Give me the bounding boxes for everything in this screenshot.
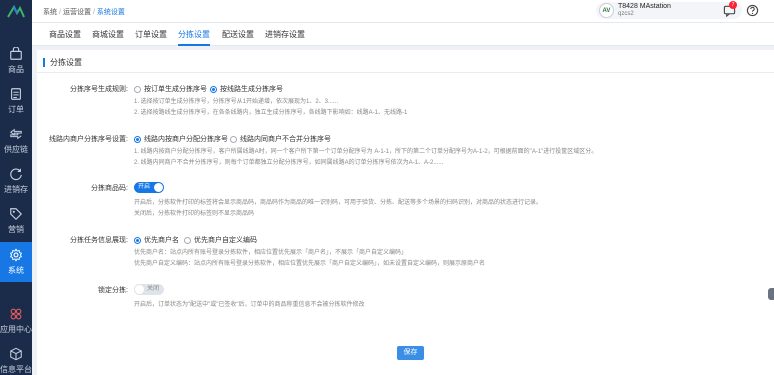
help-text: 开启后，订单状态为"配送中"或"已签收"后，订单中的商品称重信息不会被分拣软件修… <box>134 302 365 308</box>
inventory-icon <box>10 168 22 181</box>
sidebar-item-label: 系统 <box>8 266 24 275</box>
notification-badge: 7 <box>729 1 737 9</box>
lock-sort-label: 锁定分拣: <box>98 287 128 294</box>
sidebar-item-label: 进销存 <box>4 185 28 194</box>
user-name: T8428 MAstation <box>618 3 671 10</box>
apps-icon <box>10 308 22 320</box>
tab-sorting-settings[interactable]: 分拣设置 <box>178 23 210 46</box>
sidebar-item-label: 信息平台 <box>0 365 32 374</box>
breadcrumb-item[interactable]: 系统 <box>43 9 57 16</box>
help-text: 2. 线路内同商户不合并分拣序号，则每个订单都独立分配分拣序号，如同属线路A的订… <box>134 160 444 166</box>
sidebar-item-app-center[interactable]: 应用中心 <box>0 301 32 341</box>
radio-label: 线路内按商户分配分拣序号 <box>144 136 228 143</box>
breadcrumb-current: 系统设置 <box>96 9 125 16</box>
breadcrumb: 系统 / 运营设置 / 系统设置 <box>43 9 125 16</box>
sidebar-item-supply-chain[interactable]: 供应链 <box>0 121 32 161</box>
sort-code-toggle[interactable]: 开启 <box>134 182 164 193</box>
radio-circle-selected[interactable] <box>210 85 217 93</box>
radio-circle[interactable] <box>230 135 237 143</box>
radio-merchant-assign[interactable]: 线路内按商户分配分拣序号 <box>134 134 228 144</box>
tab-delivery-settings[interactable]: 配送设置 <box>222 23 254 46</box>
sidebar-item-marketing[interactable]: 营销 <box>0 201 32 241</box>
help-text: 优先商户名：站点内所有账号登录分拣软件，相应位置优先展示「商户名」，不展示「商户… <box>134 250 408 256</box>
radio-label: 按订单生成分拣序号 <box>144 86 207 93</box>
user-menu[interactable]: AV T8428 MAstation qzcs2 <box>596 2 742 19</box>
radio-circle-selected[interactable] <box>134 135 141 143</box>
help-icon[interactable] <box>746 4 759 17</box>
tag-icon <box>10 208 23 221</box>
radio-circle-selected[interactable] <box>134 236 141 244</box>
top-header: 系统 / 运营设置 / 系统设置 AV T8428 MAstation qzcs2 7 <box>32 0 774 23</box>
settings-tabs: 商品设置 商城设置 订单设置 分拣设置 配送设置 进销存设置 <box>32 23 774 46</box>
route-merchant-label: 线路内商户分拣序号设置: <box>49 136 128 143</box>
help-text: 1. 选择按订单生成分拣序号，分拣序号从1开始递增，依次展现为1、2、3....… <box>134 99 339 105</box>
avatar: AV <box>599 3 614 18</box>
radio-merchant-no-merge[interactable]: 线路内同商户不合并分拣序号 <box>230 134 331 144</box>
help-text: 优先商户自定义编码：站点内所有账号登录分拣软件，相应位置优先展示「商户自定义编码… <box>134 261 486 267</box>
toggle-text: 开启 <box>138 184 151 190</box>
radio-by-route[interactable]: 按线路生成分拣序号 <box>210 84 283 94</box>
settings-panel: 分拣设置 分拣序号生成规则: 按订单生成分拣序号 按线路生成分拣序号 1. 选择… <box>37 50 774 375</box>
help-text: 开启后，分拣软件打印的标签将会显示商品码，商品码作为商品的唯一识别码，可用于验货… <box>134 200 543 206</box>
sidebar-item-goods[interactable]: 商品 <box>0 41 32 81</box>
sidebar-item-orders[interactable]: 订单 <box>0 81 32 121</box>
breadcrumb-item[interactable]: 运营设置 <box>63 9 91 16</box>
radio-circle[interactable] <box>134 85 141 93</box>
cube-icon <box>10 347 22 361</box>
logo-icon <box>7 5 25 18</box>
order-icon <box>11 88 21 100</box>
section-title: 分拣设置 <box>43 58 82 67</box>
sidebar-item-inventory[interactable]: 进销存 <box>0 161 32 201</box>
radio-label: 线路内同商户不合并分拣序号 <box>240 136 331 143</box>
lock-sort-toggle[interactable]: 关闭 <box>134 284 164 295</box>
help-text: 1. 线路内按商户分配分拣序号，客户所属线路A时，同一个客户所下第一个订单分配序… <box>134 149 598 155</box>
radio-label: 优先商户名 <box>144 237 179 244</box>
toggle-text: 关闭 <box>147 286 160 292</box>
radio-merchant-name[interactable]: 优先商户名 <box>134 235 179 245</box>
help-text: 关闭后，分拣软件打印的标签则不显示商品码 <box>134 211 255 217</box>
sidebar: 商品 订单 供应链 进销存 营销 系统 应用中心 信息平台 <box>0 0 32 375</box>
radio-label: 优先商户自定义编码 <box>194 237 257 244</box>
divider <box>37 72 774 73</box>
tab-goods-settings[interactable]: 商品设置 <box>49 23 81 46</box>
sort-number-label: 分拣序号生成规则: <box>70 86 128 93</box>
radio-merchant-code[interactable]: 优先商户自定义编码 <box>184 235 257 245</box>
radio-by-order[interactable]: 按订单生成分拣序号 <box>134 84 207 94</box>
sidebar-item-system[interactable]: 系统 <box>0 242 32 282</box>
help-text: 2. 选择按路线生成分拣序号，在各条线路内，独立生成分拣序号，各线路下影响如：线… <box>134 110 408 116</box>
bag-icon <box>10 47 22 60</box>
radio-circle[interactable] <box>184 236 191 244</box>
gear-icon <box>9 248 23 262</box>
sidebar-item-label: 商品 <box>8 65 24 74</box>
supply-chain-icon <box>9 128 22 140</box>
sidebar-item-info-platform[interactable]: 信息平台 <box>0 341 32 375</box>
tab-mall-settings[interactable]: 商城设置 <box>92 23 124 46</box>
sidebar-item-label: 订单 <box>8 105 24 114</box>
task-info-label: 分拣任务信息展现: <box>70 237 128 244</box>
sidebar-item-label: 营销 <box>8 225 24 234</box>
sidebar-item-label: 应用中心 <box>0 325 32 334</box>
tab-order-settings[interactable]: 订单设置 <box>135 23 167 46</box>
save-button[interactable]: 保存 <box>397 346 424 360</box>
user-account: qzcs2 <box>618 11 634 17</box>
tab-inventory-settings[interactable]: 进销存设置 <box>265 23 305 46</box>
sort-code-label: 分拣商品码: <box>91 185 128 192</box>
sidebar-item-label: 供应链 <box>4 145 28 154</box>
radio-label: 按线路生成分拣序号 <box>220 86 283 93</box>
scroll-handle[interactable] <box>768 288 774 300</box>
